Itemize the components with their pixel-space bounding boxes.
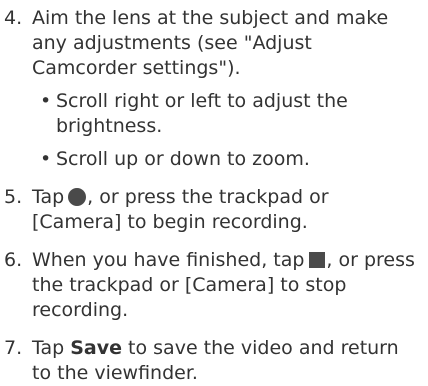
step-5: 5. Tap, or press the trackpad or [Camera… bbox=[4, 185, 420, 235]
step-text-before: Tap bbox=[32, 337, 71, 359]
step-4: 4. Aim the lens at the subject and make … bbox=[4, 6, 420, 172]
step-text: Aim the lens at the subject and make any… bbox=[32, 7, 389, 79]
step-body: Tap, or press the trackpad or [Camera] t… bbox=[32, 185, 420, 235]
bullet-text: Scroll up or down to zoom. bbox=[56, 148, 310, 170]
step-body: Aim the lens at the subject and make any… bbox=[32, 6, 420, 172]
step-bullets: • Scroll right or left to adjust the bri… bbox=[32, 89, 420, 172]
bullet-text: Scroll right or left to adjust the brigh… bbox=[56, 90, 348, 137]
step-text-before: When you have finished, tap bbox=[32, 249, 305, 271]
step-number: 6. bbox=[4, 249, 23, 271]
bullet-marker: • bbox=[40, 90, 52, 112]
bullet-brightness: • Scroll right or left to adjust the bri… bbox=[40, 89, 420, 139]
bullet-zoom: • Scroll up or down to zoom. bbox=[40, 147, 420, 172]
instruction-page: 4. Aim the lens at the subject and make … bbox=[0, 0, 428, 384]
step-body: When you have finished, tap, or press th… bbox=[32, 248, 420, 323]
record-icon bbox=[68, 188, 87, 206]
step-7: 7. Tap Save to save the video and return… bbox=[4, 336, 420, 386]
step-body: Tap Save to save the video and return to… bbox=[32, 336, 420, 386]
step-6: 6. When you have finished, tap, or press… bbox=[4, 248, 420, 323]
step-number: 4. bbox=[4, 7, 23, 29]
step-number: 5. bbox=[4, 186, 23, 208]
save-label: Save bbox=[70, 337, 122, 359]
step-text-before: Tap bbox=[32, 186, 65, 208]
bullet-marker: • bbox=[40, 148, 52, 170]
step-number: 7. bbox=[4, 337, 23, 359]
stop-icon bbox=[309, 252, 326, 268]
